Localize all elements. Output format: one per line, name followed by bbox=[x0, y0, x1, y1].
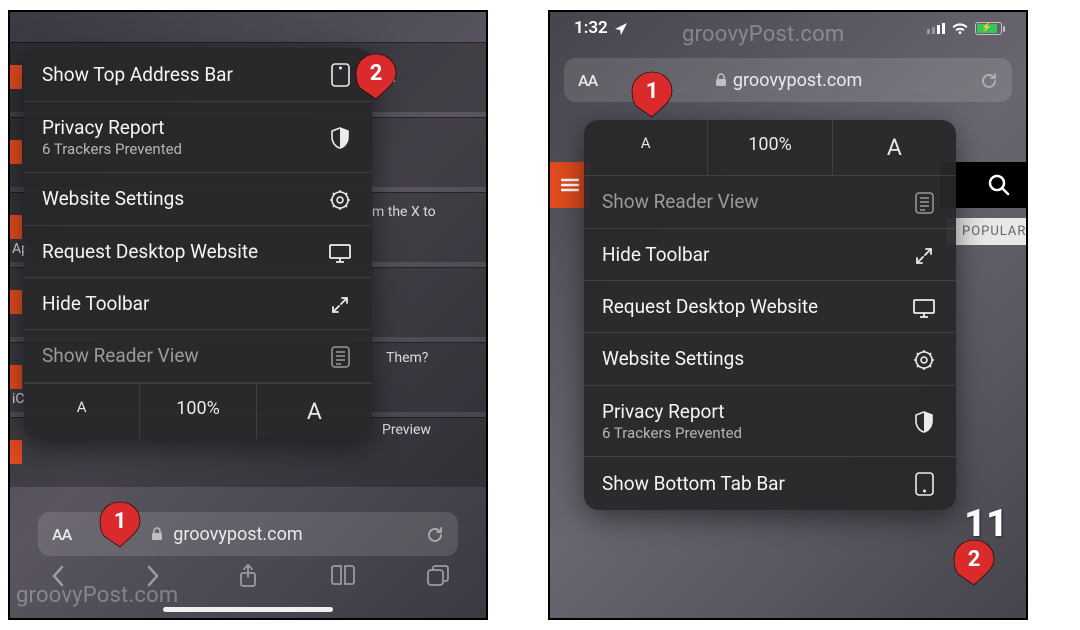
gear-icon bbox=[326, 187, 354, 211]
reader-icon bbox=[326, 344, 354, 368]
menu-show-top-address-bar[interactable]: Show Top Address Bar bbox=[24, 48, 372, 102]
menu-privacy-report[interactable]: Privacy Report 6 Trackers Prevented bbox=[24, 102, 372, 173]
menu-hide-toolbar[interactable]: Hide Toolbar bbox=[24, 278, 372, 330]
zoom-out[interactable]: A bbox=[24, 384, 140, 439]
url-text: groovypost.com bbox=[733, 70, 862, 91]
back-icon[interactable] bbox=[45, 563, 71, 589]
lock-icon bbox=[715, 73, 727, 88]
phone-right: 1:32 ⚡ groovyPost.com AA groovypost.com bbox=[548, 10, 1028, 620]
aa-menu: Show Top Address Bar Privacy Report 6 Tr… bbox=[24, 48, 372, 439]
lock-icon bbox=[151, 527, 163, 542]
bookmarks-icon[interactable] bbox=[330, 563, 356, 589]
bottom-toolbar bbox=[10, 552, 486, 600]
reader-icon bbox=[910, 190, 938, 214]
menu-privacy-report[interactable]: Privacy Report 6 Trackers Prevented bbox=[584, 386, 956, 457]
zoom-pct[interactable]: 100% bbox=[708, 120, 832, 175]
display-icon bbox=[326, 240, 354, 263]
expand-icon bbox=[326, 292, 354, 315]
popular-chip[interactable]: POPULAR bbox=[946, 218, 1028, 245]
address-bar[interactable]: AA groovypost.com bbox=[564, 58, 1012, 102]
wifi-icon bbox=[951, 18, 969, 38]
reload-icon[interactable] bbox=[426, 524, 444, 544]
aa-button[interactable]: AA bbox=[52, 525, 71, 544]
url-text: groovypost.com bbox=[173, 524, 416, 545]
expand-icon bbox=[910, 243, 938, 266]
count-overlay: 11 bbox=[964, 502, 1008, 546]
share-icon[interactable] bbox=[235, 563, 261, 589]
menu-website-settings[interactable]: Website Settings bbox=[24, 173, 372, 226]
privacy-sub: 6 Trackers Prevented bbox=[602, 424, 910, 442]
cellular-icon bbox=[927, 23, 945, 34]
gear-icon bbox=[910, 347, 938, 371]
search-icon[interactable] bbox=[988, 174, 1010, 196]
zoom-out[interactable]: A bbox=[584, 120, 708, 175]
zoom-in[interactable]: A bbox=[833, 120, 956, 175]
zoom-pct[interactable]: 100% bbox=[140, 384, 256, 439]
reload-icon[interactable] bbox=[980, 70, 998, 90]
zoom-in[interactable]: A bbox=[257, 384, 372, 439]
display-icon bbox=[910, 295, 938, 318]
menu-hide-toolbar[interactable]: Hide Toolbar bbox=[584, 229, 956, 281]
privacy-sub: 6 Trackers Prevented bbox=[42, 140, 326, 158]
watermark: groovyPost.com bbox=[682, 22, 844, 47]
address-bar-bottom-icon bbox=[910, 471, 938, 496]
location-icon bbox=[614, 18, 628, 38]
menu-website-settings[interactable]: Website Settings bbox=[584, 333, 956, 386]
menu-request-desktop[interactable]: Request Desktop Website bbox=[584, 281, 956, 333]
address-bar-top-icon bbox=[326, 62, 354, 87]
menu-reader-view: Show Reader View bbox=[584, 176, 956, 229]
menu-show-bottom-tab-bar[interactable]: Show Bottom Tab Bar bbox=[584, 457, 956, 510]
battery-icon: ⚡ bbox=[975, 22, 1002, 35]
status-time: 1:32 bbox=[574, 18, 608, 38]
home-indicator bbox=[163, 607, 333, 612]
address-bar[interactable]: AA groovypost.com bbox=[38, 512, 458, 556]
forward-icon[interactable] bbox=[140, 563, 166, 589]
zoom-row: A 100% A bbox=[584, 120, 956, 176]
menu-reader-view: Show Reader View bbox=[24, 330, 372, 383]
phone-left: Ap iC nd m the X to Them? Preview groovy… bbox=[8, 10, 488, 620]
shield-icon bbox=[326, 125, 354, 149]
aa-button[interactable]: AA bbox=[578, 71, 597, 90]
zoom-row: A 100% A bbox=[24, 383, 372, 439]
shield-icon bbox=[910, 409, 938, 433]
menu-request-desktop[interactable]: Request Desktop Website bbox=[24, 226, 372, 278]
aa-menu: A 100% A Show Reader View Hide Toolbar R… bbox=[584, 120, 956, 510]
tabs-icon[interactable] bbox=[425, 563, 451, 589]
